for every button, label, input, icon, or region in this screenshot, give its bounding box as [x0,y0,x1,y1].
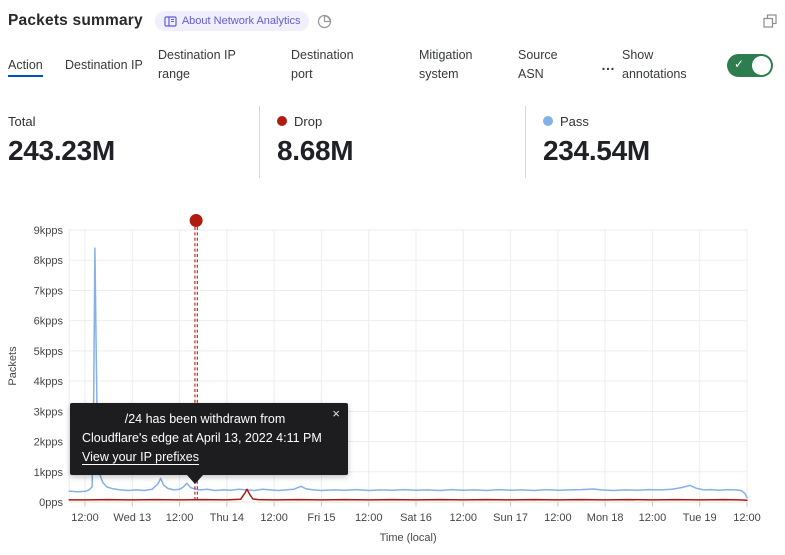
svg-text:9kpps: 9kpps [34,225,64,237]
svg-text:12:00: 12:00 [733,512,761,524]
svg-text:12:00: 12:00 [71,512,99,524]
tab-label: Action [8,58,43,77]
svg-text:5kpps: 5kpps [34,346,64,358]
svg-text:Thu 14: Thu 14 [210,512,244,524]
toggle-knob [752,56,771,75]
svg-text:12:00: 12:00 [639,512,667,524]
legend-dot-icon [277,116,287,126]
expand-card-icon[interactable] [763,14,777,28]
about-badge-label: About Network Analytics [182,15,301,27]
svg-text:Sat 16: Sat 16 [400,512,432,524]
svg-text:1kpps: 1kpps [34,467,64,479]
svg-text:Sun 17: Sun 17 [493,512,528,524]
tooltip-line1: /24 has been withdrawn from [82,410,336,429]
tab-label: Mitigation system [419,48,473,81]
tab-label: Destination IP range [158,48,236,81]
svg-text:12:00: 12:00 [166,512,194,524]
svg-text:Mon 18: Mon 18 [587,512,624,524]
svg-text:12:00: 12:00 [450,512,478,524]
stat-value: 234.54M [543,135,785,167]
svg-text:Packets: Packets [7,346,19,386]
svg-text:Wed 13: Wed 13 [113,512,151,524]
dimension-tabs: Action Destination IP Destination IP range… [0,42,785,88]
tab-source-asn[interactable]: Source ASN [518,46,576,84]
stat-value: 8.68M [277,135,525,167]
view-ip-prefixes-link[interactable]: View your IP prefixes [82,448,199,467]
svg-text:2kpps: 2kpps [34,437,64,449]
svg-text:Tue 19: Tue 19 [683,512,717,524]
tab-destination-ip[interactable]: Destination IP [65,56,143,75]
packets-summary-panel: Packets summary About Network Analytics … [0,0,785,555]
svg-text:6kpps: 6kpps [34,316,64,328]
page-title: Packets summary [8,12,143,30]
tab-label: Source ASN [518,48,558,81]
svg-text:12:00: 12:00 [544,512,572,524]
stat-pass: Pass 234.54M [525,106,785,178]
about-network-analytics-badge[interactable]: About Network Analytics [155,11,310,31]
tooltip-line2: Cloudflare's edge at April 13, 2022 4:11… [82,429,336,448]
check-icon: ✓ [734,57,744,71]
stat-total: Total 243.23M [0,106,259,178]
stat-value: 243.23M [8,135,259,167]
tab-label: Destination port [291,48,354,81]
svg-text:0pps: 0pps [39,497,63,509]
close-icon[interactable]: × [332,407,340,421]
svg-text:12:00: 12:00 [260,512,288,524]
tooltip-caret [187,475,203,484]
tab-mitigation-system[interactable]: Mitigation system [419,46,499,84]
tab-action[interactable]: Action [8,56,56,75]
legend-dot-icon [543,116,553,126]
packets-time-series-chart[interactable]: 12:00 Wed 13 12:00 Thu 14 12:00 Fri 15 12:00 Sa… [0,210,785,555]
svg-text:Fri 15: Fri 15 [307,512,335,524]
svg-text:3kpps: 3kpps [34,406,64,418]
stat-label: Pass [560,114,589,129]
annotation-tooltip: × /24 has been withdrawn from Cloudflare… [70,403,348,475]
tab-label: Destination IP [65,58,143,72]
tab-destination-port[interactable]: Destination port [291,46,377,84]
show-annotations-toggle[interactable]: ✓ [727,54,773,77]
more-tabs-ellipsis-icon[interactable]: … [601,57,616,73]
svg-text:12:00: 12:00 [355,512,383,524]
tab-destination-ip-range[interactable]: Destination IP range [158,46,258,84]
svg-text:Time (local): Time (local) [380,532,437,544]
svg-text:8kpps: 8kpps [34,255,64,267]
svg-text:4kpps: 4kpps [34,376,64,388]
book-icon [164,16,177,27]
show-annotations-label: Show annotations [622,46,708,84]
stats-row: Total 243.23M Drop 8.68M Pass 234.54M [0,106,785,178]
time-period-icon[interactable] [317,14,332,29]
svg-text:7kpps: 7kpps [34,285,64,297]
stat-drop: Drop 8.68M [259,106,525,178]
stat-label: Total [8,114,35,129]
panel-header: Packets summary About Network Analytics [8,8,777,34]
stat-label: Drop [294,114,322,129]
annotation-dot-icon[interactable] [190,214,203,227]
